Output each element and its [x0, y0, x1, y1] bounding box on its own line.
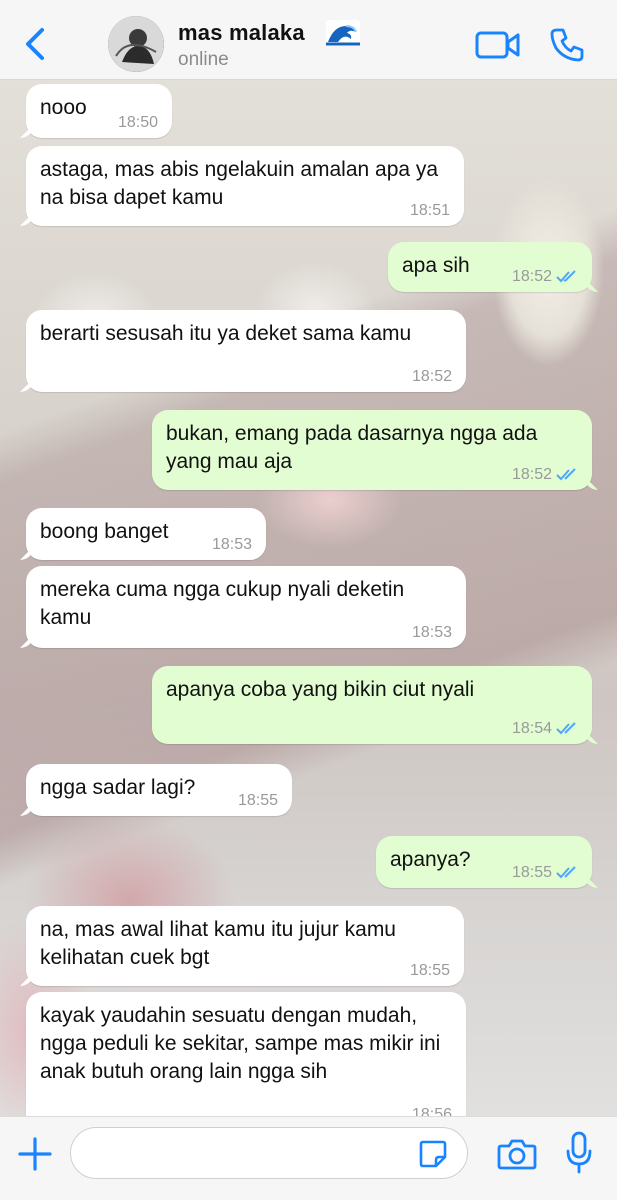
plus-icon[interactable] [16, 1135, 54, 1173]
message-text: bukan, emang pada dasarnya ngga ada yang… [166, 422, 538, 473]
message-text: apa sih [402, 254, 470, 277]
read-receipt-icon [556, 270, 576, 283]
phone-icon[interactable] [548, 26, 586, 64]
contact-name[interactable]: mas malaka [178, 20, 305, 46]
message-incoming[interactable]: kayak yaudahin sesuatu dengan mudah, ngg… [26, 992, 466, 1116]
message-time: 18:53 [211, 536, 252, 553]
message-outgoing[interactable]: apanya coba yang bikin ciut nyali 18:54 [152, 666, 592, 744]
message-time: 18:56 [411, 1106, 452, 1116]
camera-icon[interactable] [497, 1137, 537, 1171]
message-time: 18:50 [117, 114, 158, 131]
read-receipt-icon [556, 722, 576, 735]
message-incoming[interactable]: berarti sesusah itu ya deket sama kamu 1… [26, 310, 466, 392]
message-time: 18:54 [511, 720, 552, 737]
message-input[interactable] [70, 1127, 468, 1179]
message-time: 18:52 [511, 466, 552, 483]
chevron-left-icon[interactable] [18, 24, 52, 64]
message-time: 18:52 [411, 368, 452, 385]
message-text: berarti sesusah itu ya deket sama kamu [40, 322, 412, 345]
message-incoming[interactable]: na, mas awal lihat kamu itu jujur kamu k… [26, 906, 464, 986]
chat-header: mas malaka online [0, 0, 617, 80]
message-time: 18:55 [237, 792, 278, 809]
message-text: apanya coba yang bikin ciut nyali [166, 678, 475, 701]
message-text: mereka cuma ngga cukup nyali deketin kam… [40, 578, 405, 629]
sticker-icon[interactable] [418, 1139, 448, 1169]
message-outgoing[interactable]: bukan, emang pada dasarnya ngga ada yang… [152, 410, 592, 490]
message-list[interactable]: nooo 18:50 astaga, mas abis ngelakuin am… [0, 80, 617, 1116]
composer-bar [0, 1116, 617, 1200]
microphone-icon[interactable] [566, 1131, 592, 1175]
presence-status: online [178, 49, 229, 70]
wave-emoji-icon [326, 20, 360, 46]
read-receipt-icon [556, 866, 576, 879]
message-time: 18:55 [409, 962, 450, 979]
message-incoming[interactable]: astaga, mas abis ngelakuin amalan apa ya… [26, 146, 464, 226]
message-text: apanya? [390, 848, 471, 871]
message-text: na, mas awal lihat kamu itu jujur kamu k… [40, 918, 396, 969]
message-incoming[interactable]: ngga sadar lagi? 18:55 [26, 764, 292, 816]
message-outgoing[interactable]: apa sih 18:52 [388, 242, 592, 292]
message-time: 18:53 [411, 624, 452, 641]
message-incoming[interactable]: nooo 18:50 [26, 84, 172, 138]
message-text: kayak yaudahin sesuatu dengan mudah, ngg… [40, 1004, 441, 1083]
message-time: 18:52 [511, 268, 552, 285]
message-text: boong banget [40, 520, 169, 543]
message-incoming[interactable]: mereka cuma ngga cukup nyali deketin kam… [26, 566, 466, 648]
message-outgoing[interactable]: apanya? 18:55 [376, 836, 592, 888]
message-text: ngga sadar lagi? [40, 776, 196, 799]
message-text: nooo [40, 96, 87, 119]
video-camera-icon[interactable] [475, 30, 521, 60]
avatar[interactable] [108, 16, 164, 72]
message-incoming[interactable]: boong banget 18:53 [26, 508, 266, 560]
message-text: astaga, mas abis ngelakuin amalan apa ya… [40, 158, 439, 209]
message-time: 18:51 [409, 202, 450, 219]
read-receipt-icon [556, 468, 576, 481]
avatar-photo-icon [108, 16, 164, 72]
message-time: 18:55 [511, 864, 552, 881]
